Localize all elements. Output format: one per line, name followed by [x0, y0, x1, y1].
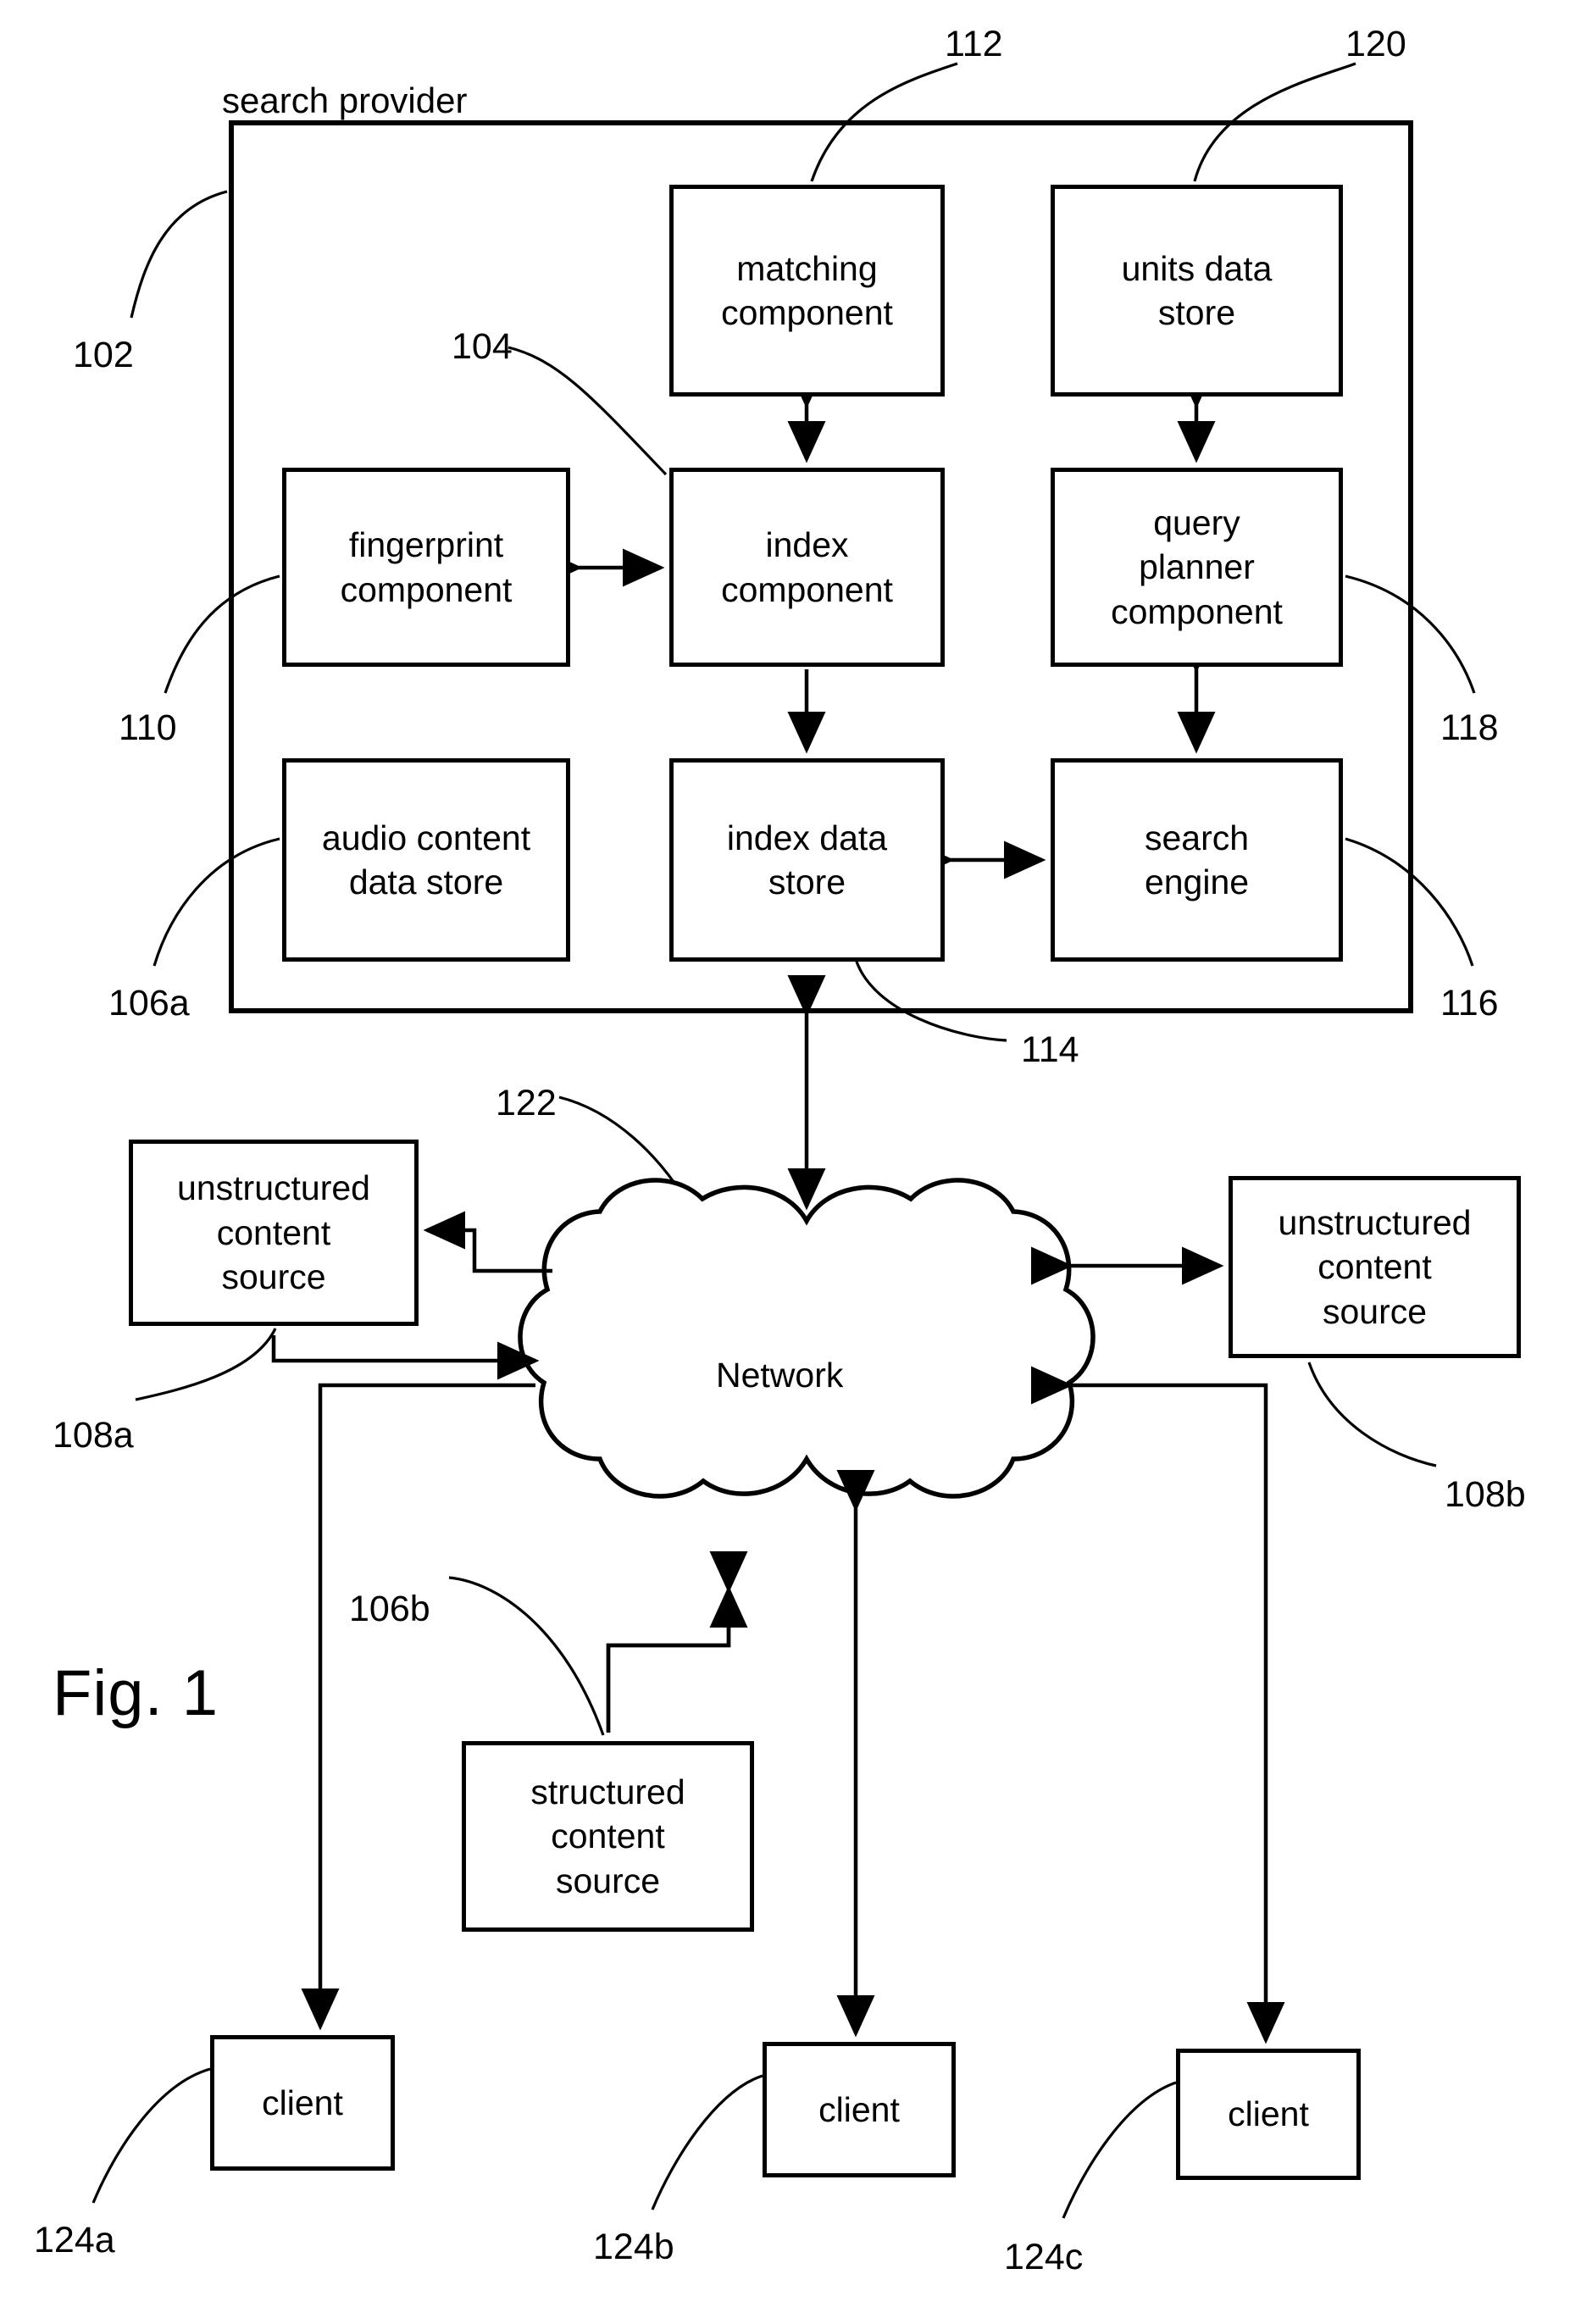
units-data-store-label: units data store: [1121, 248, 1273, 332]
client-b-label: client: [818, 2089, 900, 2129]
ref-108a: 108a: [53, 1415, 134, 1456]
ref-106a: 106a: [108, 983, 190, 1023]
index-component-box: index component: [669, 468, 945, 667]
ref-102: 102: [73, 335, 134, 375]
units-data-store-box: units data store: [1051, 185, 1343, 397]
ref-112: 112: [945, 24, 1003, 64]
fingerprint-component-label: fingerprint component: [340, 525, 513, 609]
matching-component-label: matching component: [721, 248, 893, 332]
external-arrows: [271, 975, 1285, 2044]
ref-108b: 108b: [1445, 1474, 1526, 1515]
ref-110: 110: [119, 707, 177, 748]
ref-122: 122: [496, 1083, 557, 1123]
index-data-store-box: index data store: [669, 758, 945, 962]
figure-caption: Fig. 1: [53, 1657, 219, 1729]
audio-content-data-store-box: audio content data store: [282, 758, 570, 962]
structured-content-source-label: structured content source: [530, 1772, 685, 1900]
client-c-box: client: [1176, 2049, 1361, 2180]
client-c-label: client: [1228, 2094, 1309, 2134]
search-provider-title: search provider: [222, 80, 468, 120]
index-data-store-label: index data store: [726, 818, 888, 901]
search-engine-box: search engine: [1051, 758, 1343, 962]
unstructured-content-source-a-label: unstructured content source: [177, 1168, 370, 1297]
patent-figure-1: search provider matching component units…: [0, 0, 1592, 2324]
ref-104: 104: [452, 326, 513, 367]
fingerprint-component-box: fingerprint component: [282, 468, 570, 667]
ref-124a: 124a: [34, 2220, 115, 2260]
client-a-box: client: [210, 2035, 395, 2171]
client-a-label: client: [262, 2083, 343, 2122]
ref-124c: 124c: [1004, 2237, 1084, 2277]
structured-content-source-box: structured content source: [462, 1741, 754, 1932]
unstructured-content-source-b-label: unstructured content source: [1278, 1202, 1472, 1331]
query-planner-component-label: query planner component: [1111, 502, 1283, 631]
ref-120: 120: [1345, 24, 1406, 64]
network-cloud-shape: [518, 1178, 1096, 1499]
query-planner-component-box: query planner component: [1051, 468, 1343, 667]
matching-component-box: matching component: [669, 185, 945, 397]
ref-118: 118: [1440, 707, 1499, 748]
search-engine-label: search engine: [1144, 818, 1250, 901]
ref-116: 116: [1440, 983, 1499, 1023]
ref-114: 114: [1021, 1029, 1079, 1070]
audio-content-data-store-label: audio content data store: [321, 818, 531, 901]
client-b-box: client: [763, 2042, 956, 2177]
ref-124b: 124b: [593, 2227, 674, 2267]
unstructured-content-source-a-box: unstructured content source: [129, 1140, 419, 1326]
index-component-label: index component: [721, 525, 893, 609]
unstructured-content-source-b-box: unstructured content source: [1229, 1176, 1521, 1358]
ref-106b: 106b: [349, 1589, 430, 1629]
network-cloud-label: Network: [716, 1356, 844, 1395]
